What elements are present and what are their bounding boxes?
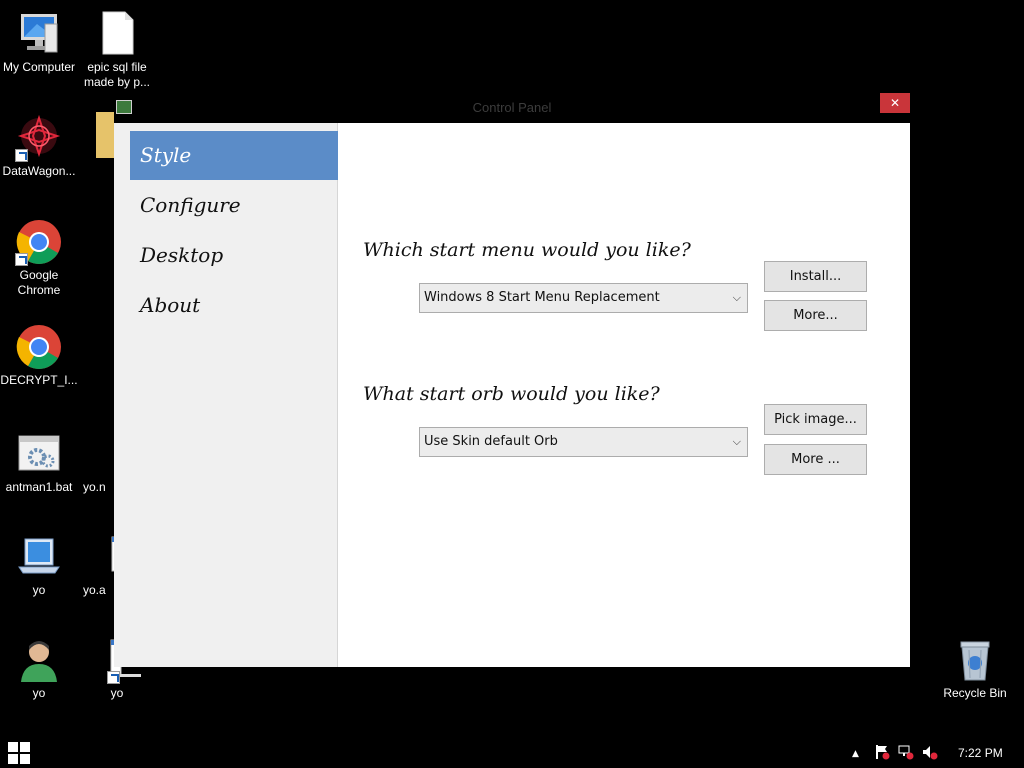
desktop-icon-label: epic sql file made by p...	[83, 60, 151, 89]
desktop-icon-yo-user[interactable]: yo	[0, 636, 79, 701]
window-title-bar[interactable]: Control Panel	[114, 94, 910, 123]
start-orb-select-value: Use Skin default Orb	[424, 434, 558, 449]
windows-logo-pane	[20, 754, 30, 764]
start-menu-select-value: Windows 8 Start Menu Replacement	[424, 290, 660, 305]
desktop-icon-label: DECRYPT_I...	[0, 373, 78, 387]
chevron-up-icon[interactable]: ▲	[852, 749, 859, 759]
pick-image-button[interactable]: Pick image...	[764, 404, 867, 435]
window-title: Control Panel	[472, 100, 552, 115]
desktop-icon-decrypt[interactable]: DECRYPT_I...	[0, 323, 79, 388]
taskbar: ▲ 7:22 PM	[0, 738, 1024, 768]
taskbar-clock[interactable]: 7:22 PM	[958, 746, 1003, 760]
flag-icon[interactable]	[874, 744, 890, 763]
windows-logo-pane	[20, 742, 30, 752]
start-menu-question: Which start menu would you like?	[363, 239, 691, 261]
start-menu-select[interactable]: Windows 8 Start Menu Replacement ⌵	[419, 283, 748, 313]
control-panel-window: Style Configure Desktop About Which star…	[114, 123, 910, 667]
document-icon	[72, 430, 120, 478]
start-orb-more-button[interactable]: More ...	[764, 444, 867, 475]
recycle-bin-icon	[951, 636, 999, 684]
volume-muted-icon[interactable]	[922, 744, 938, 763]
desktop-icon-my-computer[interactable]: My Computer	[0, 10, 79, 75]
desktop-icon-label: DataWagon...	[2, 164, 76, 178]
document-icon	[72, 533, 121, 581]
close-button[interactable]: ✕	[880, 93, 910, 113]
desktop-icon-label: My Computer	[2, 60, 76, 74]
desktop-icon-label: Recycle Bin	[943, 686, 1007, 700]
desktop-icon-datawagon[interactable]: DataWagon...	[0, 114, 79, 179]
document-icon	[93, 10, 141, 58]
desktop-icon-google-chrome[interactable]: Google Chrome	[0, 218, 79, 298]
desktop-icon-epic-sql-file[interactable]: epic sql file made by p...	[77, 10, 157, 90]
chrome-icon	[15, 323, 63, 371]
start-menu-more-button[interactable]: More...	[764, 300, 867, 331]
windows-logo-icon	[8, 742, 18, 752]
desktop-icon-recycle-bin[interactable]: Recycle Bin	[935, 636, 1015, 701]
computer-icon	[15, 10, 63, 58]
desktop-icon-label: yo	[110, 686, 124, 700]
shortcut-arrow-icon	[15, 149, 28, 162]
sidebar-item-desktop[interactable]: Desktop	[130, 231, 338, 280]
chevron-down-icon: ⌵	[732, 435, 741, 448]
shortcut-arrow-icon	[107, 671, 120, 684]
folder-icon[interactable]	[96, 112, 114, 158]
sidebar-item-configure[interactable]: Configure	[130, 181, 338, 230]
datawagon-icon	[15, 114, 63, 162]
start-orb-question: What start orb would you like?	[363, 383, 660, 405]
sidebar-item-style[interactable]: Style	[130, 131, 338, 180]
user-icon	[15, 636, 63, 684]
desktop-icon-label: Google Chrome	[17, 268, 61, 297]
windows-logo-pane	[8, 754, 18, 764]
shortcut-arrow-icon	[15, 253, 28, 266]
sidebar-item-about[interactable]: About	[130, 281, 338, 330]
install-button[interactable]: Install...	[764, 261, 867, 292]
chrome-icon	[15, 218, 63, 266]
network-icon[interactable]	[898, 744, 914, 763]
start-button[interactable]	[8, 742, 30, 764]
start-orb-select[interactable]: Use Skin default Orb ⌵	[419, 427, 748, 457]
sidebar: Style Configure Desktop About	[114, 123, 338, 667]
chevron-down-icon: ⌵	[732, 291, 741, 304]
desktop-icon-label: yo	[32, 686, 46, 700]
